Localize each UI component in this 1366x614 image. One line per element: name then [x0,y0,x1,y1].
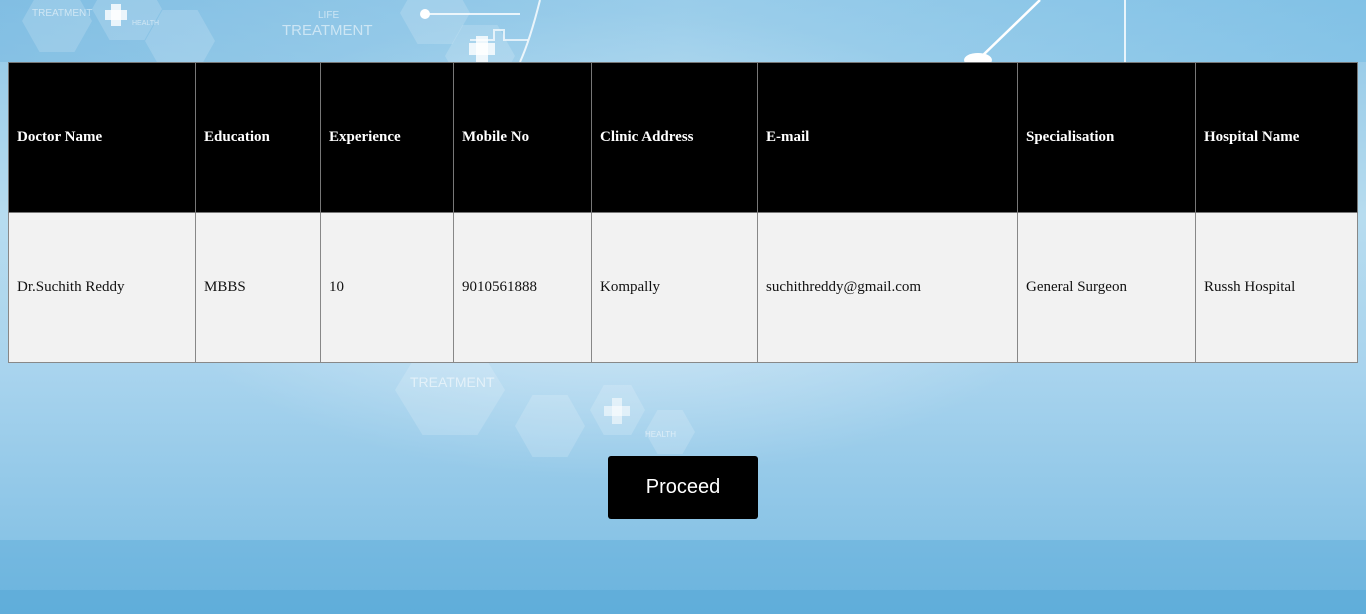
bg-label: TREATMENT [32,8,93,19]
bg-label: HEALTH [132,20,160,27]
header-email: E-mail [757,62,1018,213]
header-doctor-name: Doctor Name [8,62,196,213]
header-experience: Experience [320,62,454,213]
cell-mobile-no: 9010561888 [453,212,592,363]
table-header-row: Doctor Name Education Experience Mobile … [8,62,1358,213]
bg-label: TREATMENT [410,374,495,390]
cell-doctor-name: Dr.Suchith Reddy [8,212,196,363]
header-specialisation: Specialisation [1017,62,1196,213]
doctor-details-table: Doctor Name Education Experience Mobile … [8,62,1358,363]
header-clinic-address: Clinic Address [591,62,758,213]
header-education: Education [195,62,321,213]
header-mobile-no: Mobile No [453,62,592,213]
cell-email: suchithreddy@gmail.com [757,212,1018,363]
bg-label: LIFE [318,10,340,21]
cell-experience: 10 [320,212,454,363]
cell-clinic-address: Kompally [591,212,758,363]
proceed-button[interactable]: Proceed [608,456,758,519]
cell-education: MBBS [195,212,321,363]
cell-specialisation: General Surgeon [1017,212,1196,363]
table-row: Dr.Suchith Reddy MBBS 10 9010561888 Komp… [8,212,1358,363]
bg-label: HEALTH [645,430,676,439]
bg-label: TREATMENT [282,22,373,39]
cell-hospital-name: Russh Hospital [1195,212,1358,363]
header-hospital-name: Hospital Name [1195,62,1358,213]
